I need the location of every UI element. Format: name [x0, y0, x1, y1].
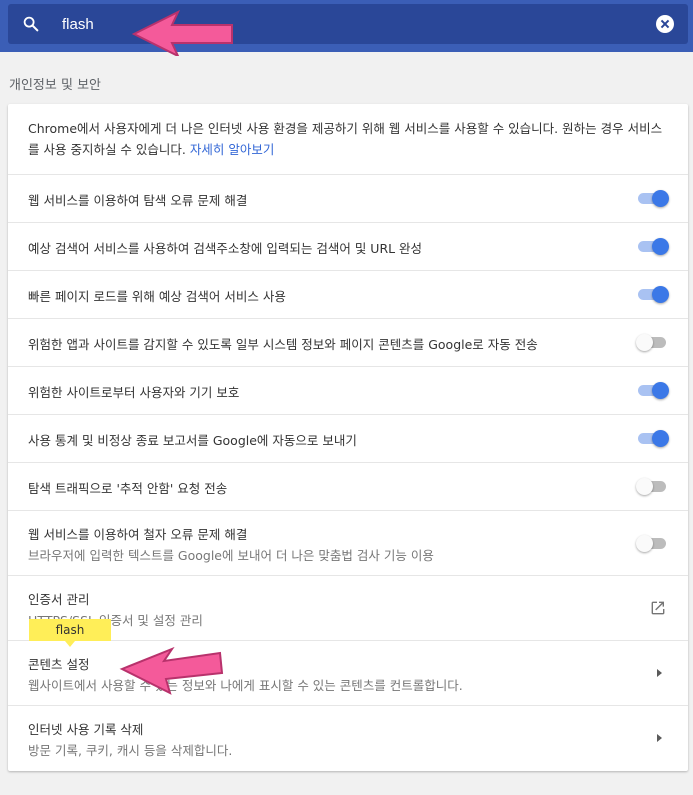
chevron-right-icon [657, 734, 662, 742]
setting-row-safe-browsing[interactable]: 위험한 사이트로부터 사용자와 기기 보호 [8, 367, 688, 415]
setting-row-clear-browsing-data[interactable]: 인터넷 사용 기록 삭제 방문 기록, 쿠키, 캐시 등을 삭제합니다. [8, 706, 688, 771]
toggle-switch[interactable] [636, 334, 668, 351]
row-label: 콘텐츠 설정 [28, 657, 90, 672]
search-box[interactable] [8, 4, 688, 44]
toggle-switch[interactable] [636, 535, 668, 552]
toolbar [0, 0, 693, 52]
intro-description: Chrome에서 사용자에게 더 나은 인터넷 사용 환경을 제공하기 위해 웹… [28, 121, 663, 157]
toggle-switch[interactable] [638, 190, 669, 207]
learn-more-link[interactable]: 자세히 알아보기 [190, 142, 274, 157]
setting-row-page-preload[interactable]: 빠른 페이지 로드를 위해 예상 검색어 서비스 사용 [8, 271, 688, 319]
annotation-arrow-icon [131, 9, 233, 56]
toggle-switch[interactable] [638, 286, 669, 303]
setting-row-navigation-errors[interactable]: 웹 서비스를 이용하여 탐색 오류 문제 해결 [8, 175, 688, 223]
row-label: 탐색 트래픽으로 '추적 안함' 요청 전송 [28, 481, 228, 496]
row-label: 인증서 관리 [28, 592, 90, 607]
search-icon[interactable] [22, 15, 40, 33]
setting-row-search-prediction[interactable]: 예상 검색어 서비스를 사용하여 검색주소창에 입력되는 검색어 및 URL 완… [8, 223, 688, 271]
clear-search-icon[interactable] [656, 15, 674, 33]
setting-row-usage-stats[interactable]: 사용 통계 및 비정상 종료 보고서를 Google에 자동으로 보내기 [8, 415, 688, 463]
setting-row-system-info[interactable]: 위험한 앱과 사이트를 감지할 수 있도록 일부 시스템 정보와 페이지 콘텐츠… [8, 319, 688, 367]
privacy-settings-card: Chrome에서 사용자에게 더 나은 인터넷 사용 환경을 제공하기 위해 웹… [8, 104, 688, 771]
row-label: 위험한 앱과 사이트를 감지할 수 있도록 일부 시스템 정보와 페이지 콘텐츠… [28, 337, 538, 352]
row-label: 빠른 페이지 로드를 위해 예상 검색어 서비스 사용 [28, 289, 286, 304]
intro-text: Chrome에서 사용자에게 더 나은 인터넷 사용 환경을 제공하기 위해 웹… [8, 104, 688, 175]
toggle-switch[interactable] [638, 238, 669, 255]
setting-row-spelling[interactable]: 웹 서비스를 이용하여 철자 오류 문제 해결 브라우저에 입력한 텍스트를 G… [8, 511, 688, 576]
chevron-right-icon [657, 669, 662, 677]
row-label: 예상 검색어 서비스를 사용하여 검색주소창에 입력되는 검색어 및 URL 완… [28, 241, 423, 256]
row-sublabel: 방문 기록, 쿠키, 캐시 등을 삭제합니다. [28, 743, 233, 758]
row-label: 웹 서비스를 이용하여 철자 오류 문제 해결 [28, 527, 248, 542]
toggle-switch[interactable] [638, 430, 669, 447]
search-highlight-bubble: flash [29, 619, 111, 647]
toggle-switch[interactable] [638, 382, 669, 399]
row-label: 인터넷 사용 기록 삭제 [28, 722, 144, 737]
row-label: 웹 서비스를 이용하여 탐색 오류 문제 해결 [28, 193, 248, 208]
toggle-switch[interactable] [636, 478, 668, 495]
setting-row-content-settings[interactable]: 콘텐츠 설정 웹사이트에서 사용할 수 있는 정보와 나에게 표시할 수 있는 … [8, 641, 688, 706]
open-in-new-icon[interactable] [650, 600, 666, 616]
row-sublabel: 브라우저에 입력한 텍스트를 Google에 보내어 더 나은 맞춤법 검사 기… [28, 548, 434, 563]
row-sublabel: 웹사이트에서 사용할 수 있는 정보와 나에게 표시할 수 있는 콘텐츠를 컨트… [28, 678, 463, 693]
annotation-arrow-icon [119, 646, 224, 695]
row-label: 위험한 사이트로부터 사용자와 기기 보호 [28, 385, 240, 400]
row-label: 사용 통계 및 비정상 종료 보고서를 Google에 자동으로 보내기 [28, 433, 357, 448]
section-title: 개인정보 및 보안 [9, 78, 101, 93]
setting-row-do-not-track[interactable]: 탐색 트래픽으로 '추적 안함' 요청 전송 [8, 463, 688, 511]
